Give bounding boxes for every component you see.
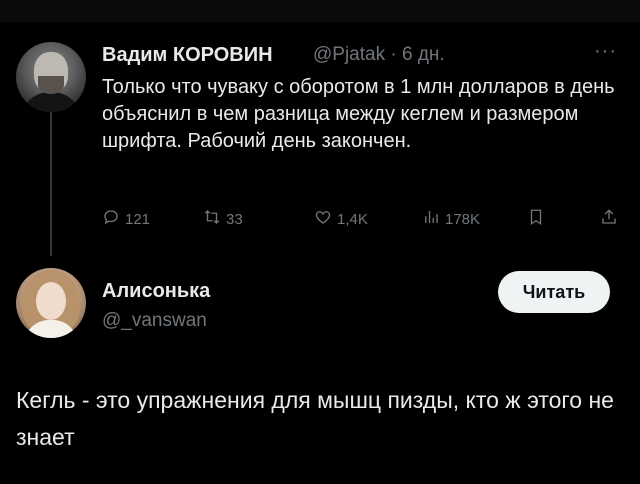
reply-author-name[interactable]: Алисонька bbox=[102, 280, 210, 303]
reply-button[interactable]: 121 bbox=[102, 208, 150, 230]
avatar[interactable] bbox=[16, 42, 86, 112]
avatar-beard bbox=[38, 76, 64, 94]
more-dots-icon[interactable]: ··· bbox=[594, 40, 617, 63]
share-icon bbox=[600, 208, 618, 230]
follow-button[interactable]: Читать bbox=[498, 271, 610, 313]
heart-icon bbox=[314, 208, 332, 230]
views-button[interactable]: 178K bbox=[422, 208, 480, 230]
top-bar bbox=[0, 0, 640, 22]
tweet-author-handle[interactable]: @Pjatak · 6 дн. bbox=[313, 44, 445, 66]
reply-author-handle[interactable]: @_vanswan bbox=[102, 310, 207, 332]
avatar-face bbox=[36, 282, 66, 320]
like-button[interactable]: 1,4K bbox=[314, 208, 368, 230]
thread-connector-line bbox=[50, 104, 52, 256]
tweet-actions: 121 33 1,4K 178K bbox=[102, 208, 622, 234]
avatar-body bbox=[20, 92, 82, 112]
reply-text: Кегль - это упражнения для мышц пизды, к… bbox=[16, 387, 614, 450]
tweet-text: Только что чуваку с оборотом в 1 млн дол… bbox=[102, 76, 615, 152]
retweet-icon bbox=[203, 208, 221, 230]
views-chart-icon bbox=[422, 208, 440, 230]
reply-icon bbox=[102, 208, 120, 230]
tweet-author-name[interactable]: Вадим КОРОВИН bbox=[102, 44, 273, 67]
retweet-count: 33 bbox=[226, 210, 243, 228]
views-count: 178K bbox=[445, 210, 481, 228]
like-count: 1,4K bbox=[337, 210, 368, 228]
reply-count: 121 bbox=[125, 210, 151, 228]
share-button[interactable] bbox=[600, 208, 618, 230]
bookmark-icon bbox=[527, 208, 545, 230]
avatar[interactable] bbox=[16, 268, 86, 338]
retweet-button[interactable]: 33 bbox=[203, 208, 243, 230]
bookmark-button[interactable] bbox=[527, 208, 545, 230]
